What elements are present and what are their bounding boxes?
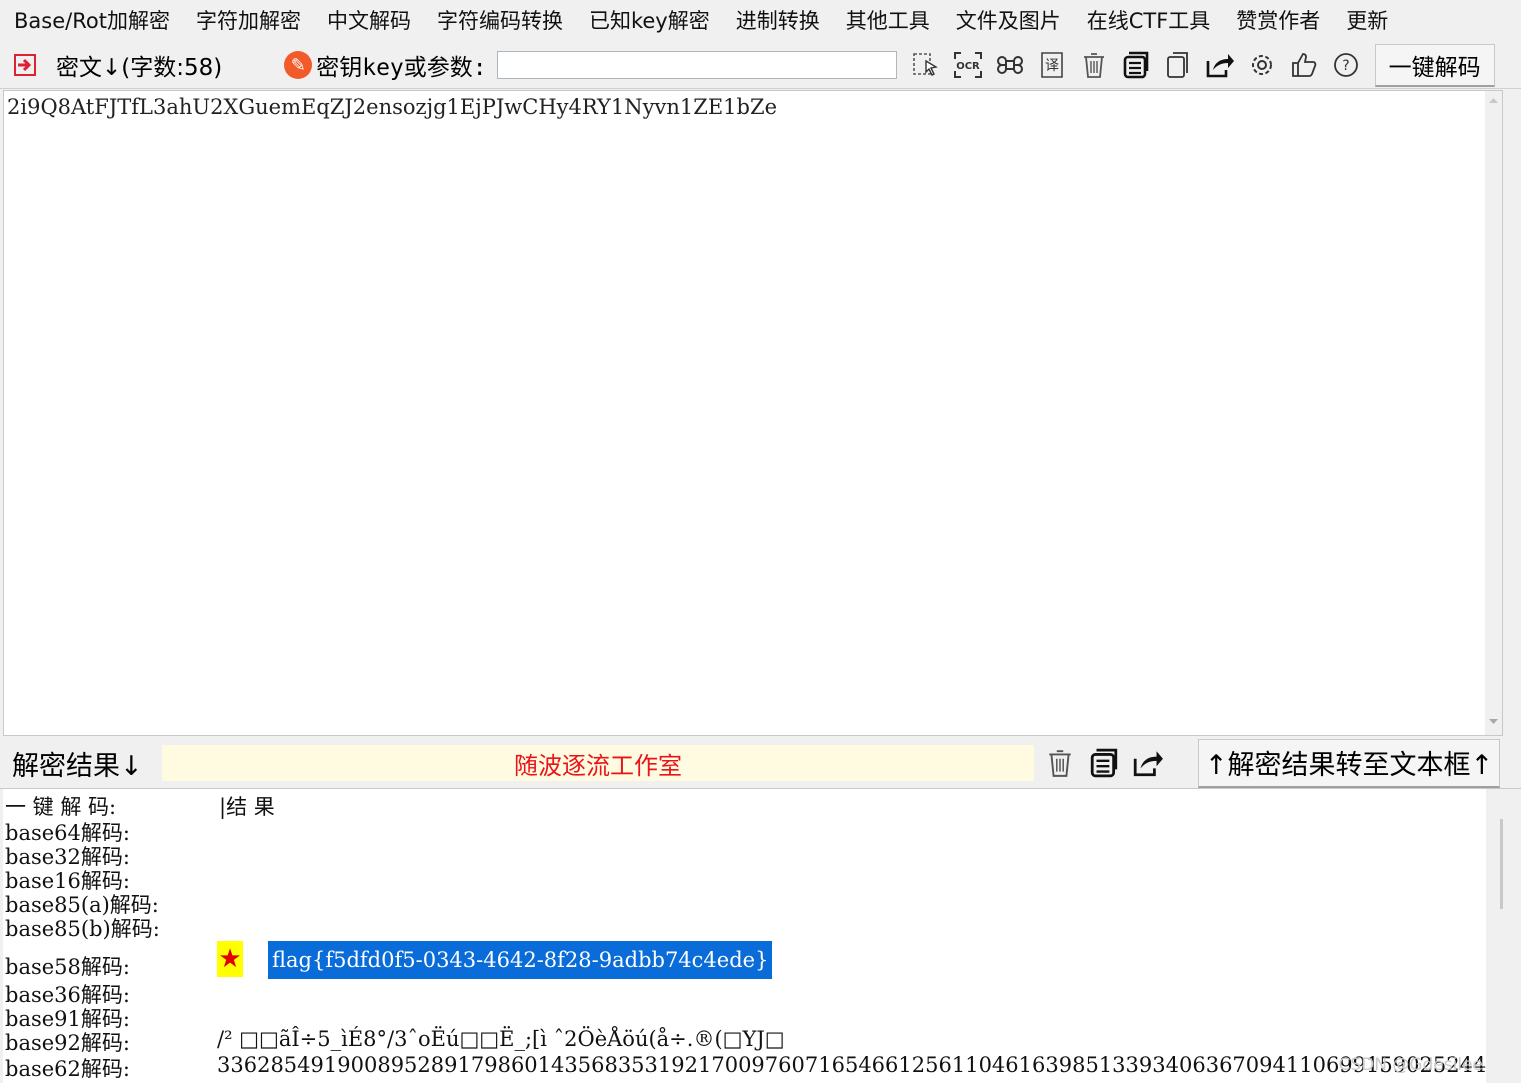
ocr-icon[interactable]: OCR bbox=[947, 45, 989, 85]
command-key-icon[interactable] bbox=[989, 45, 1031, 85]
menu-other-tools[interactable]: 其他工具 bbox=[833, 0, 943, 42]
settings-icon[interactable] bbox=[1241, 45, 1283, 85]
result-row-label: base62解码: bbox=[5, 1057, 130, 1081]
translate-icon[interactable]: 译 bbox=[1031, 45, 1073, 85]
help-icon[interactable]: ? bbox=[1325, 45, 1367, 85]
result-row-label: base85(b)解码: bbox=[5, 917, 160, 941]
menu-known-key[interactable]: 已知key解密 bbox=[576, 0, 723, 42]
menu-char-crypto[interactable]: 字符加解密 bbox=[183, 0, 314, 42]
key-icon: ✎ bbox=[284, 51, 313, 79]
menu-file-image[interactable]: 文件及图片 bbox=[943, 0, 1074, 42]
result-label: 解密结果↓ bbox=[12, 750, 143, 782]
tool-icons: OCR 译 ? bbox=[905, 45, 1367, 85]
result-copy-icon[interactable] bbox=[1082, 741, 1126, 785]
menu-base-rot[interactable]: Base/Rot加解密 bbox=[0, 0, 183, 42]
copy-stack-icon[interactable] bbox=[1115, 45, 1157, 85]
ciphertext-value: 2i9Q8AtFJTfL3ahU2XGuemEqZJ2ensozjg1EjPJw… bbox=[7, 95, 778, 119]
thumbs-up-icon[interactable] bbox=[1283, 45, 1325, 85]
key-label: 密钥key或参数: bbox=[316, 55, 487, 81]
share-icon[interactable] bbox=[1199, 45, 1241, 85]
result-trash-icon[interactable] bbox=[1038, 741, 1082, 785]
flag-result[interactable]: flag{f5dfd0f5-0343-4642-8f28-9adbb74c4ed… bbox=[268, 941, 773, 979]
paste-icon[interactable] bbox=[1157, 45, 1199, 85]
result-row-value: 3362854919008952891798601435683531921700… bbox=[217, 1053, 1487, 1077]
star-icon: ★ bbox=[217, 941, 243, 977]
ciphertext-input[interactable]: 2i9Q8AtFJTfL3ahU2XGuemEqZJ2ensozjg1EjPJw… bbox=[3, 90, 1503, 736]
studio-banner: 随波逐流工作室 bbox=[162, 745, 1034, 781]
result-row-value: /² □□ãÎ÷5_ìÉ8°/3ˆoËú□□Ë_;[ì ˆ2ÖèÅöú(å÷.®… bbox=[217, 1027, 785, 1051]
ciphertext-label: 密文↓(字数:58) bbox=[56, 55, 223, 81]
result-to-textbox-button[interactable]: ↑解密结果转至文本框↑ bbox=[1198, 738, 1500, 788]
trash-icon[interactable] bbox=[1073, 45, 1115, 85]
menu-update[interactable]: 更新 bbox=[1333, 0, 1401, 42]
svg-text:OCR: OCR bbox=[956, 61, 980, 72]
watermark: CSDN @Gdesilee bbox=[1338, 1055, 1483, 1075]
result-row-label: base58解码: bbox=[5, 955, 130, 979]
results-scrollbar[interactable] bbox=[1486, 789, 1503, 1083]
menu-online-ctf[interactable]: 在线CTF工具 bbox=[1074, 0, 1224, 42]
one-key-decode-button[interactable]: 一键解码 bbox=[1374, 43, 1495, 87]
svg-text:?: ? bbox=[1342, 58, 1349, 74]
results-area[interactable]: 一 键 解 码: |结 果 base64解码: base32解码: base16… bbox=[3, 789, 1503, 1083]
toolbar: 密文↓(字数:58) ✎ 密钥key或参数: OCR 译 ? 一键解码 bbox=[0, 42, 1521, 89]
svg-text:译: 译 bbox=[1045, 58, 1059, 74]
results-header-result: |结 果 bbox=[219, 795, 275, 819]
menu-donate[interactable]: 赞赏作者 bbox=[1223, 0, 1333, 42]
menu-radix-convert[interactable]: 进制转换 bbox=[723, 0, 833, 42]
ciphertext-scrollbar[interactable] bbox=[1485, 91, 1502, 735]
result-bar: 解密结果↓ 随波逐流工作室 ↑解密结果转至文本框↑ bbox=[0, 738, 1521, 789]
menu-bar: Base/Rot加解密 字符加解密 中文解码 字符编码转换 已知key解密 进制… bbox=[0, 0, 1521, 42]
import-icon[interactable] bbox=[12, 52, 38, 78]
select-cursor-icon[interactable] bbox=[905, 45, 947, 85]
key-input[interactable] bbox=[496, 51, 897, 79]
result-icons bbox=[1038, 741, 1170, 785]
result-share-icon[interactable] bbox=[1126, 741, 1170, 785]
menu-char-encoding[interactable]: 字符编码转换 bbox=[424, 0, 576, 42]
menu-chinese-decode[interactable]: 中文解码 bbox=[314, 0, 424, 42]
